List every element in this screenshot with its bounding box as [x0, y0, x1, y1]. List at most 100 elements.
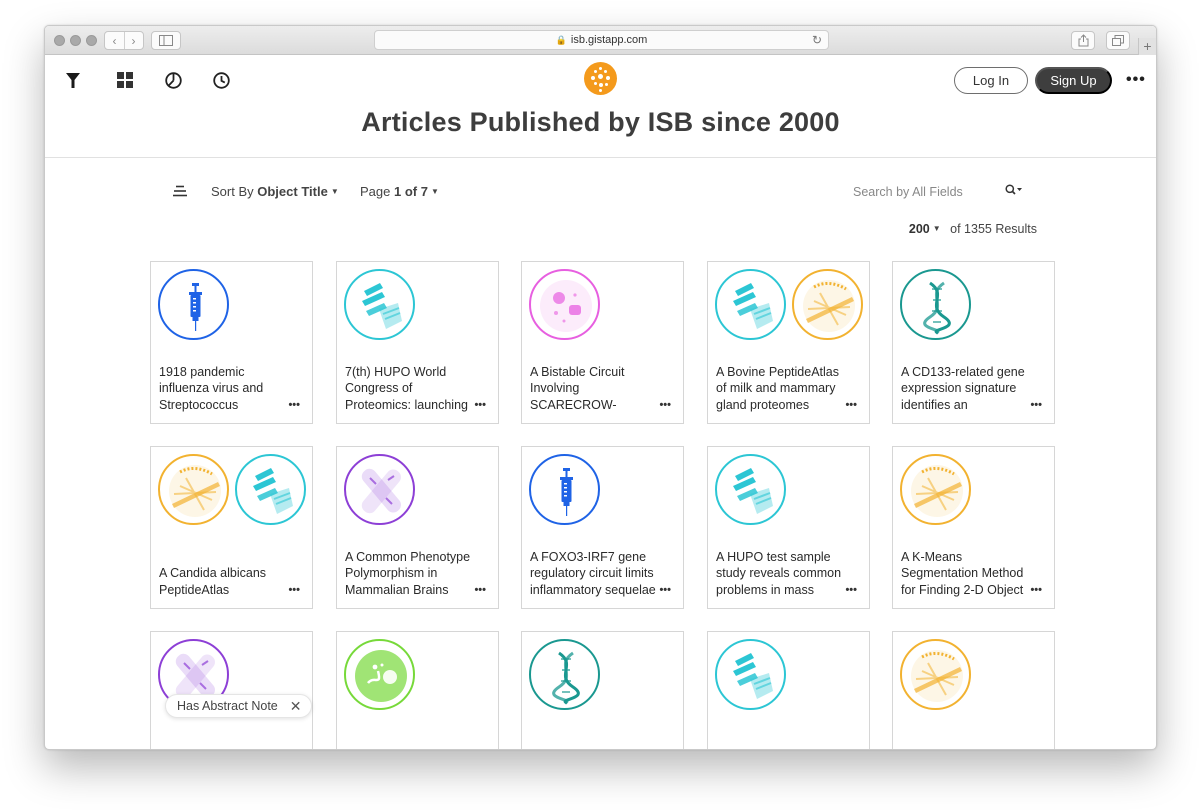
sort-by-dropdown[interactable]: Sort By Object Title ▼: [211, 184, 339, 199]
card-more-icon[interactable]: •••: [659, 584, 671, 596]
back-forward-buttons[interactable]: ‹ ›: [104, 31, 144, 50]
card-more-icon[interactable]: •••: [288, 584, 300, 596]
results-count: 200 ▼ of 1355 Results: [909, 222, 1037, 236]
signup-button[interactable]: Sign Up: [1035, 67, 1112, 94]
app-header: Log In Sign Up ••• Articles Published by…: [45, 55, 1156, 158]
article-card[interactable]: 1918 pandemic influenza virus and Strept…: [150, 261, 313, 424]
card-icons: [529, 269, 600, 341]
page-prefix: Page: [360, 184, 394, 199]
card-more-icon[interactable]: •••: [845, 584, 857, 596]
chromosome-icon: [344, 454, 415, 525]
close-window-button[interactable]: [54, 35, 65, 46]
microbe-icon: [344, 639, 415, 710]
card-icons: [900, 639, 971, 711]
card-icons: [900, 269, 971, 341]
lock-icon: 🔒: [555, 34, 567, 45]
article-card[interactable]: A Review of: [892, 631, 1055, 749]
sort-by-value: Object Title: [257, 184, 328, 199]
new-tab-button[interactable]: +: [1138, 38, 1156, 55]
article-card[interactable]: A CD133-related gene expression signatur…: [892, 261, 1055, 424]
protein-icon: [715, 454, 786, 525]
card-icons: [529, 639, 600, 711]
url-text: isb.gistapp.com: [570, 34, 648, 46]
article-card[interactable]: 7(th) HUPO World Congress of Proteomics:…: [336, 261, 499, 424]
cells-icon: [529, 269, 600, 340]
card-icons: [715, 639, 786, 711]
page-title: Articles Published by ISB since 2000: [361, 107, 840, 137]
filter-icon[interactable]: [63, 70, 83, 90]
page-dropdown[interactable]: Page 1 of 7 ▼: [360, 184, 439, 199]
article-card[interactable]: A FOXO3-IRF7 gene regulatory circuit lim…: [521, 446, 684, 609]
list-options-icon[interactable]: [173, 185, 187, 200]
protein-icon: [235, 454, 306, 525]
caret-down-icon[interactable]: ▼: [933, 224, 941, 233]
card-title: A CD133-related gene expression signatur…: [901, 364, 1025, 412]
sort-by-prefix: Sort By: [211, 184, 258, 199]
address-bar[interactable]: 🔒 isb.gistapp.com ↻: [374, 30, 829, 50]
structure-icon: [900, 454, 971, 525]
grid-view-icon[interactable]: [115, 70, 135, 90]
dna-icon: [529, 639, 600, 710]
syringe-icon: [158, 269, 229, 340]
card-icons: [344, 454, 415, 526]
sidebar-icon: [159, 35, 173, 46]
card-title: A FOXO3-IRF7 gene regulatory circuit lim…: [530, 549, 656, 597]
card-icons: [344, 639, 415, 711]
chevron-left-icon[interactable]: ‹: [113, 34, 117, 48]
zoom-window-button[interactable]: [86, 35, 97, 46]
card-title: A HUPO test sample study reveals common …: [716, 549, 842, 597]
more-options-icon[interactable]: •••: [1126, 71, 1146, 89]
caret-down-icon: ▼: [330, 187, 339, 196]
list-toolbar: Sort By Object Title ▼ Page 1 of 7 ▼: [45, 181, 1156, 203]
article-card[interactable]: A HUPO test sample study reveals common …: [707, 446, 870, 609]
card-more-icon[interactable]: •••: [474, 399, 486, 411]
per-page-dropdown[interactable]: 200: [909, 222, 930, 236]
article-card[interactable]: A Bovine PeptideAtlas of milk and mammar…: [707, 261, 870, 424]
syringe-icon: [529, 454, 600, 525]
article-card[interactable]: A Bistable Circuit Involving SCARECROW- •…: [521, 261, 684, 424]
search-input[interactable]: [853, 181, 993, 203]
page-value: 1 of 7: [393, 184, 428, 199]
article-card[interactable]: A K-Means Segmentation Method for Findin…: [892, 446, 1055, 609]
app-logo[interactable]: [584, 62, 617, 95]
article-card[interactable]: A Landscape of: [150, 631, 313, 749]
card-icons: [715, 454, 786, 526]
tabs-button[interactable]: [1106, 31, 1130, 50]
card-title: A K-Means Segmentation Method for Findin…: [901, 549, 1024, 597]
login-button[interactable]: Log In: [954, 67, 1028, 94]
card-icons: [158, 454, 306, 526]
article-card[interactable]: A Candida albicans PeptideAtlas •••: [150, 446, 313, 609]
close-icon[interactable]: ✕: [290, 698, 302, 715]
card-more-icon[interactable]: •••: [659, 399, 671, 411]
chevron-right-icon[interactable]: ›: [132, 34, 136, 48]
structure-icon: [792, 269, 863, 340]
browser-titlebar: ‹ › 🔒 isb.gistapp.com ↻ +: [45, 26, 1156, 55]
card-more-icon[interactable]: •••: [1030, 584, 1042, 596]
tabs-icon: [1112, 35, 1124, 46]
protein-icon: [715, 269, 786, 340]
chip-label: Has Abstract Note: [177, 699, 278, 713]
dna-icon: [900, 269, 971, 340]
article-card[interactable]: A Major Role for: [336, 631, 499, 749]
article-card[interactable]: A PP2A phosphatase: [707, 631, 870, 749]
card-more-icon[interactable]: •••: [845, 399, 857, 411]
article-card[interactable]: [521, 631, 684, 749]
card-title: A Candida albicans PeptideAtlas: [159, 566, 267, 597]
results-total: of 1355 Results: [950, 222, 1037, 236]
pie-chart-icon[interactable]: [163, 70, 183, 90]
card-more-icon[interactable]: •••: [1030, 399, 1042, 411]
protein-icon: [344, 269, 415, 340]
card-more-icon[interactable]: •••: [288, 399, 300, 411]
card-icons: [158, 269, 229, 341]
abstract-note-chip[interactable]: Has Abstract Note ✕: [165, 694, 313, 718]
search-icon[interactable]: [1005, 184, 1023, 199]
card-more-icon[interactable]: •••: [474, 584, 486, 596]
minimize-window-button[interactable]: [70, 35, 81, 46]
clock-icon[interactable]: [211, 70, 231, 90]
share-button[interactable]: [1071, 31, 1095, 50]
sidebar-toggle-button[interactable]: [151, 31, 181, 50]
article-card[interactable]: A Common Phenotype Polymorphism in Mamma…: [336, 446, 499, 609]
share-icon: [1078, 34, 1088, 47]
card-icons: [715, 269, 863, 341]
reload-icon[interactable]: ↻: [812, 33, 822, 47]
